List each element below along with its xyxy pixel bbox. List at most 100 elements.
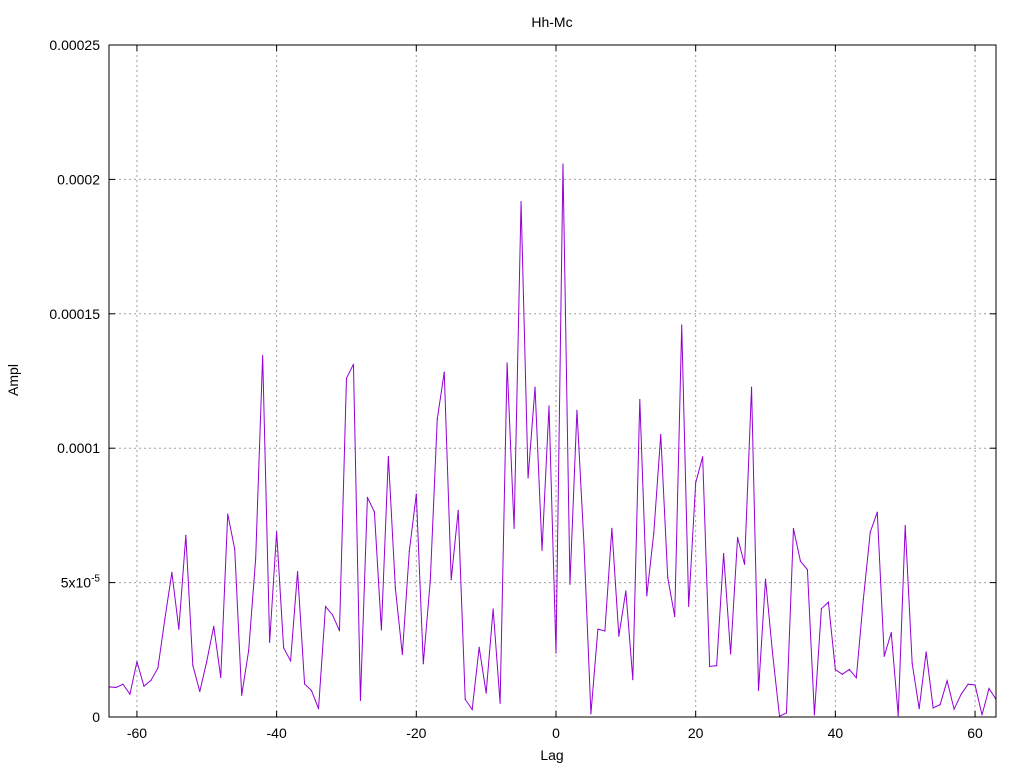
x-tick-label: 40 — [828, 725, 844, 741]
data-point — [485, 692, 487, 694]
x-tick-label: 20 — [688, 725, 704, 741]
y-tick-label-exponent: -5 — [91, 574, 100, 585]
data-point — [262, 355, 264, 357]
data-point — [660, 433, 662, 436]
data-point — [555, 652, 557, 654]
data-point — [953, 708, 955, 710]
data-point — [269, 641, 271, 643]
data-point — [764, 578, 767, 580]
data-point — [757, 689, 760, 691]
y-tick-label: 0.0001 — [57, 440, 100, 456]
data-point — [136, 661, 138, 663]
data-point — [234, 548, 236, 550]
data-point — [813, 714, 816, 716]
data-point — [792, 527, 795, 530]
data-point — [611, 527, 613, 529]
data-point — [527, 477, 529, 479]
data-point — [352, 363, 355, 365]
data-point — [548, 405, 550, 407]
data-point — [562, 163, 564, 165]
data-point — [324, 605, 327, 608]
data-point — [876, 511, 878, 513]
data-point — [255, 557, 257, 560]
chart: -60 -40 -20 0 20 40 60 0 5x10-5 0.0001 0.00015 0.00… — [0, 0, 1024, 768]
data-point — [541, 549, 543, 551]
data-point — [171, 571, 173, 573]
data-point — [122, 683, 124, 685]
x-tick-label: 60 — [967, 725, 983, 741]
data-point — [206, 660, 208, 662]
data-point — [841, 673, 843, 675]
data-point — [380, 629, 382, 631]
data-point — [373, 511, 375, 513]
data-point — [248, 649, 250, 651]
data-point — [967, 683, 969, 685]
data-point — [583, 542, 585, 544]
y-tick-label: 0.00015 — [49, 306, 100, 322]
x-tick-label: -40 — [267, 725, 287, 741]
data-point — [506, 362, 508, 364]
x-tick-label: -60 — [127, 725, 147, 741]
data-point — [129, 693, 131, 695]
data-point — [904, 525, 906, 527]
data-point — [702, 456, 704, 458]
data-point — [723, 552, 725, 555]
data-point — [890, 632, 892, 634]
data-point — [345, 377, 348, 379]
data-point — [220, 676, 222, 679]
x-axis-label: Lag — [540, 747, 563, 763]
data-point — [296, 570, 299, 573]
data-point — [883, 655, 885, 657]
data-point — [743, 563, 746, 565]
chart-background — [0, 0, 1024, 768]
data-point — [834, 669, 836, 671]
data-point — [157, 667, 159, 669]
y-axis-label: Ampl — [5, 364, 21, 396]
data-point — [178, 628, 180, 630]
data-point — [806, 569, 809, 571]
data-point — [918, 708, 920, 710]
data-point — [946, 680, 948, 682]
data-point — [464, 698, 466, 700]
data-point — [394, 587, 396, 589]
data-point — [688, 605, 690, 607]
data-point — [276, 531, 278, 533]
data-point — [709, 665, 711, 668]
y-tick-label-text: 0 — [92, 709, 100, 725]
data-point — [862, 599, 864, 601]
data-point — [283, 647, 285, 649]
y-tick-label-text: 5x10 — [61, 575, 92, 591]
data-point — [820, 608, 822, 610]
y-tick-label-text: 0.00015 — [49, 306, 100, 322]
data-point — [143, 685, 145, 687]
data-point — [241, 694, 243, 696]
data-point — [855, 677, 857, 679]
data-point — [387, 455, 389, 458]
data-point — [736, 536, 739, 539]
data-point — [199, 690, 201, 693]
data-point — [785, 712, 788, 714]
data-point — [366, 496, 369, 498]
data-point — [115, 686, 117, 689]
data-point — [604, 630, 606, 632]
chart-title: Hh-Mc — [531, 14, 572, 30]
data-point — [625, 590, 627, 592]
x-tick-label: -20 — [406, 725, 426, 741]
data-point — [695, 482, 697, 484]
data-point — [520, 201, 522, 203]
data-point — [618, 635, 620, 637]
data-point — [450, 579, 452, 581]
data-point — [981, 714, 983, 716]
data-point — [646, 595, 648, 597]
data-point — [436, 418, 438, 420]
data-point — [639, 398, 641, 401]
y-tick-label-text: 0.00025 — [49, 37, 100, 53]
data-point — [681, 324, 683, 326]
data-point — [534, 386, 536, 388]
data-point — [213, 625, 215, 628]
data-point — [771, 652, 774, 654]
data-point — [597, 628, 599, 630]
data-point — [492, 608, 494, 610]
data-point — [471, 708, 473, 711]
y-tick-label-text: 0.0002 — [57, 171, 100, 187]
